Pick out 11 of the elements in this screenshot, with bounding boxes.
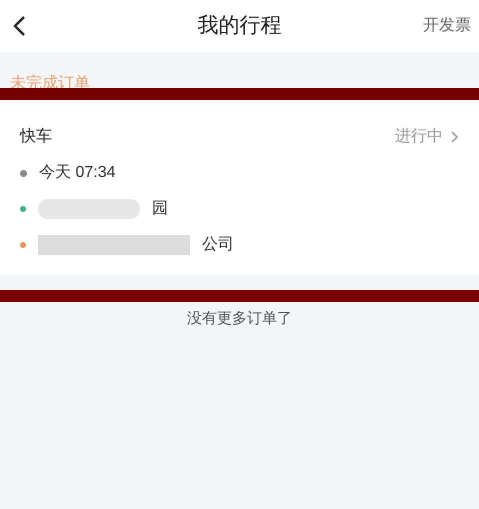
- address-text: 园: [152, 199, 168, 219]
- order-time: 今天 07:34: [39, 163, 116, 183]
- order-status: 进行中: [395, 126, 443, 147]
- no-more-orders-text: 没有更多订单了: [187, 309, 292, 329]
- ride-type: 快车: [20, 126, 52, 147]
- address-text: 公司: [202, 235, 234, 255]
- back-icon[interactable]: [12, 15, 26, 37]
- order-card[interactable]: 快车 进行中 今天 07:34 园 公司: [0, 101, 479, 275]
- page-title: 我的行程: [198, 13, 282, 40]
- chevron-right-icon: [451, 131, 459, 143]
- invoice-link[interactable]: 开发票: [423, 14, 471, 38]
